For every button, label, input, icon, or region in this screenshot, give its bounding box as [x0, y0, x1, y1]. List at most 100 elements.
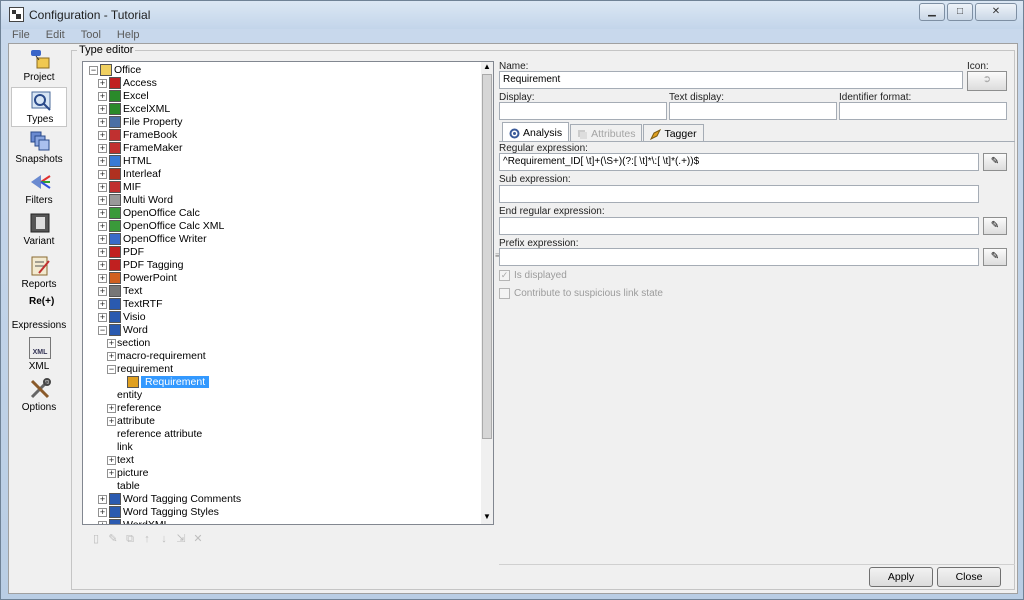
new-icon[interactable]: ▯ — [89, 532, 103, 546]
scroll-thumb[interactable] — [482, 74, 492, 439]
sidebar-item-snapshots[interactable]: Snapshots — [11, 128, 67, 168]
word-xml-icon — [109, 519, 121, 524]
expand-icon[interactable]: + — [98, 131, 107, 140]
menu-edit[interactable]: Edit — [42, 29, 65, 43]
regex-field[interactable]: ^Requirement_ID[ \t]+(\S+)(?:[ \t]*\:[ \… — [499, 153, 979, 171]
move-down-icon[interactable]: ↓ — [157, 532, 171, 546]
expand-icon[interactable]: + — [98, 118, 107, 127]
name-field[interactable]: Requirement — [499, 71, 963, 89]
expand-icon[interactable]: + — [98, 261, 107, 270]
maximize-button[interactable]: □ — [947, 3, 973, 21]
is-displayed-checkbox[interactable]: ✓ Is displayed — [499, 270, 567, 281]
window-title: Configuration - Tutorial — [29, 8, 151, 22]
sidebar-label: Variant — [23, 236, 55, 247]
tree-vertical-scrollbar[interactable]: ▲ ▼ — [481, 62, 493, 524]
sidebar-label: Filters — [25, 195, 53, 206]
move-up-icon[interactable]: ↑ — [140, 532, 154, 546]
tree-item-label: Word Tagging Styles — [123, 506, 219, 518]
expand-icon[interactable]: + — [98, 79, 107, 88]
snapshots-icon — [30, 131, 50, 151]
sidebar-item-variant[interactable]: Variant — [11, 210, 67, 250]
attributes-icon — [578, 129, 588, 139]
collapse-icon[interactable]: − — [107, 365, 116, 374]
options-icon — [30, 378, 51, 399]
expand-icon[interactable]: + — [107, 404, 116, 413]
regex-builder-button[interactable]: ✎ — [983, 153, 1007, 171]
expand-icon[interactable]: + — [98, 248, 107, 257]
text-display-field[interactable] — [669, 102, 837, 120]
expand-icon[interactable]: + — [98, 196, 107, 205]
close-window-button[interactable]: ✕ — [975, 3, 1017, 21]
tab-tagger[interactable]: Tagger — [643, 124, 704, 141]
oo-writer-icon — [109, 233, 121, 245]
sidebar-item-project[interactable]: Project — [11, 46, 67, 86]
expand-icon[interactable]: + — [98, 287, 107, 296]
menu-help[interactable]: Help — [113, 29, 140, 43]
checkbox-box — [499, 288, 510, 299]
icon-picker-button[interactable]: ➲ — [967, 71, 1007, 91]
expand-icon[interactable]: + — [98, 144, 107, 153]
collapse-icon[interactable]: − — [98, 326, 107, 335]
expand-icon[interactable]: + — [98, 495, 107, 504]
close-button[interactable]: Close — [937, 567, 1001, 587]
end-regex-field[interactable] — [499, 217, 979, 235]
tagger-icon — [650, 128, 662, 140]
expand-icon[interactable]: + — [107, 456, 116, 465]
menu-file[interactable]: File — [8, 29, 30, 43]
tab-label: Tagger — [664, 128, 697, 140]
end-regex-builder-button[interactable]: ✎ — [983, 217, 1007, 235]
expand-icon[interactable]: + — [98, 235, 107, 244]
minimize-button[interactable]: ▁ — [919, 3, 945, 21]
requirement-icon — [127, 376, 139, 388]
expand-icon[interactable]: + — [98, 105, 107, 114]
variant-icon — [30, 213, 50, 233]
expand-icon[interactable]: + — [98, 521, 107, 524]
expand-icon[interactable]: + — [98, 508, 107, 517]
tab-attributes[interactable]: Attributes — [570, 124, 643, 141]
expand-icon[interactable]: + — [98, 300, 107, 309]
copy-icon[interactable]: ⧉ — [123, 532, 137, 546]
expand-icon[interactable]: + — [98, 157, 107, 166]
tab-analysis[interactable]: Analysis — [502, 122, 570, 141]
sidebar-item-options[interactable]: Options — [11, 376, 67, 416]
close-icon: ✕ — [991, 6, 1001, 17]
sidebar-item-filters[interactable]: Filters — [11, 169, 67, 209]
expand-icon[interactable]: + — [98, 209, 107, 218]
expand-icon[interactable]: + — [107, 417, 116, 426]
app-icon — [9, 7, 24, 22]
expand-icon[interactable]: + — [98, 183, 107, 192]
mif-icon — [109, 181, 121, 193]
expand-icon[interactable]: + — [107, 352, 116, 361]
suspicious-link-checkbox[interactable]: Contribute to suspicious link state — [499, 288, 663, 299]
prefix-builder-button[interactable]: ✎ — [983, 248, 1007, 266]
expand-icon[interactable]: + — [98, 274, 107, 283]
sidebar-item-reports[interactable]: Reports — [11, 253, 67, 293]
suspicious-link-label: Contribute to suspicious link state — [514, 288, 663, 299]
display-field[interactable] — [499, 102, 667, 120]
sidebar-item-expressions[interactable]: Re(+) Expressions — [11, 294, 67, 334]
prefix-expression-field[interactable] — [499, 248, 979, 266]
tree-item-label: PDF Tagging — [123, 259, 184, 271]
sub-expression-field[interactable] — [499, 185, 979, 203]
collapse-icon[interactable]: − — [89, 66, 98, 75]
expand-icon[interactable]: + — [98, 222, 107, 231]
tree-item-label: picture — [117, 467, 149, 479]
sidebar-item-xml[interactable]: XML XML — [11, 335, 67, 375]
expand-icon[interactable]: + — [98, 313, 107, 322]
tree-item-label: reference attribute — [117, 428, 203, 440]
sidebar-item-types[interactable]: Types — [11, 87, 67, 127]
tree-item-label: Requirement — [141, 376, 210, 388]
apply-button[interactable]: Apply — [869, 567, 933, 587]
identifier-format-field[interactable] — [839, 102, 1007, 120]
scroll-down-icon[interactable]: ▼ — [481, 512, 493, 524]
expand-icon[interactable]: + — [107, 339, 116, 348]
menu-tool[interactable]: Tool — [77, 29, 101, 43]
delete-icon[interactable]: ✕ — [191, 532, 205, 546]
expand-icon[interactable]: + — [98, 92, 107, 101]
scroll-up-icon[interactable]: ▲ — [481, 62, 493, 74]
expand-icon[interactable]: + — [107, 469, 116, 478]
import-icon[interactable]: ⇲ — [174, 532, 188, 546]
expand-icon[interactable]: + — [98, 170, 107, 179]
edit-icon[interactable]: ✎ — [106, 532, 120, 546]
type-tree[interactable]: − Office + Access + Excel + ExcelXML + File Prope… — [82, 61, 494, 525]
